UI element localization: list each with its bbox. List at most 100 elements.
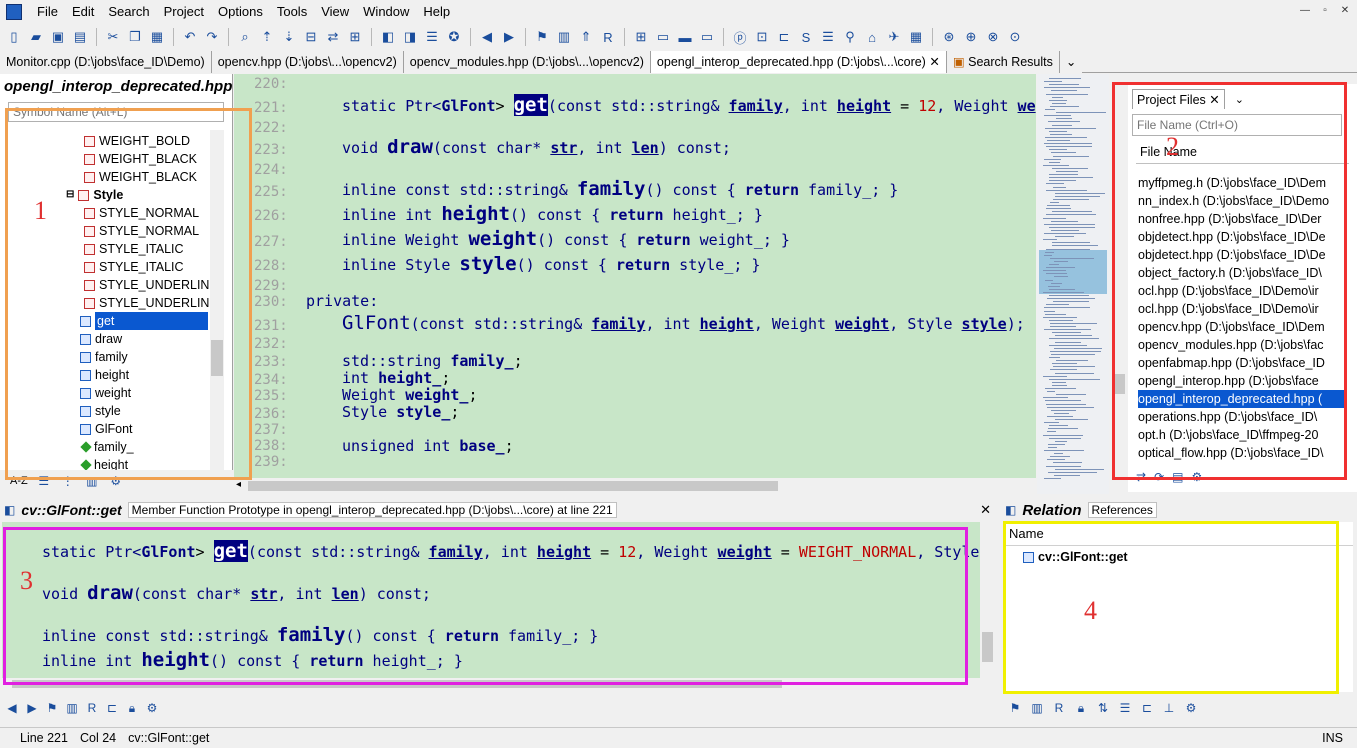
- menu-project[interactable]: Project: [157, 0, 211, 24]
- close-icon[interactable]: ✕: [1209, 93, 1219, 107]
- list-item-selected[interactable]: opengl_interop_deprecated.hpp (: [1138, 390, 1344, 408]
- tab-monitor-cpp[interactable]: Monitor.cpp (D:\jobs\face_ID\Demo): [0, 51, 212, 73]
- replace-files-icon[interactable]: ⊞: [345, 27, 365, 47]
- search-window-icon[interactable]: ⚲: [840, 27, 860, 47]
- open-folder-icon[interactable]: ▰: [26, 27, 46, 47]
- project-remove-icon[interactable]: ⊗: [983, 27, 1003, 47]
- file-name-search-input[interactable]: [1132, 114, 1342, 136]
- clip-window-icon[interactable]: ☰: [818, 27, 838, 47]
- bookmark-toggle-icon[interactable]: ✪: [444, 27, 464, 47]
- list-view-icon[interactable]: ☰: [36, 473, 52, 489]
- gear-icon[interactable]: ⚙: [108, 473, 124, 489]
- pin-icon[interactable]: ✈: [884, 27, 904, 47]
- tab-opencv-modules-hpp[interactable]: opencv_modules.hpp (D:\jobs\...\opencv2): [403, 51, 651, 73]
- nav-back-icon[interactable]: ◀: [4, 700, 20, 716]
- find-icon[interactable]: ⌕: [235, 27, 255, 47]
- sort-az-button[interactable]: A-Z: [10, 475, 28, 487]
- lock-icon[interactable]: 🔒︎: [1073, 700, 1089, 716]
- scrollbar-thumb[interactable]: [248, 481, 778, 491]
- references-tab[interactable]: References: [1087, 502, 1157, 518]
- hierarchy-view-icon[interactable]: ⊥: [1161, 700, 1177, 716]
- scrollbar-thumb[interactable]: [982, 632, 993, 662]
- tree-item[interactable]: STYLE_UNDERLIN: [84, 294, 209, 312]
- tree-item-style[interactable]: ⊟ Style: [66, 186, 123, 204]
- list-item[interactable]: opencv.hpp (D:\jobs\face_ID\Dem: [1138, 318, 1344, 336]
- list-view-icon[interactable]: ☰: [1117, 700, 1133, 716]
- project-window-icon[interactable]: ⓟ: [730, 27, 750, 47]
- tree-item[interactable]: draw: [80, 330, 122, 348]
- list-item[interactable]: opt.h (D:\jobs\face_ID\ffmpeg-20: [1138, 426, 1344, 444]
- gear-icon[interactable]: ⚙: [1191, 470, 1202, 488]
- menu-tools[interactable]: Tools: [270, 0, 314, 24]
- overview-icon[interactable]: ⌂: [862, 27, 882, 47]
- collapse-icon[interactable]: ⊟: [66, 186, 74, 204]
- copy-icon[interactable]: ❐: [125, 27, 145, 47]
- context-vertical-scrollbar[interactable]: [980, 522, 995, 684]
- context-window-icon[interactable]: S: [796, 27, 816, 47]
- tree-item[interactable]: style: [80, 402, 121, 420]
- tree-item-get-selected[interactable]: get: [80, 312, 208, 330]
- undo-icon[interactable]: ↶: [180, 27, 200, 47]
- tree-item[interactable]: STYLE_UNDERLIN: [84, 276, 209, 294]
- close-icon[interactable]: ✕: [980, 502, 991, 518]
- menu-file[interactable]: File: [30, 0, 65, 24]
- book-icon[interactable]: ▥: [84, 473, 100, 489]
- lookup-icon[interactable]: ▥: [1029, 700, 1045, 716]
- layout-2-icon[interactable]: ▭: [653, 27, 673, 47]
- project-files-tab[interactable]: Project Files ✕: [1132, 89, 1225, 109]
- list-item[interactable]: objdetect.hpp (D:\jobs\face_ID\De: [1138, 246, 1344, 264]
- scrollbar-thumb[interactable]: [12, 680, 782, 688]
- nav-forward-icon[interactable]: ▶: [24, 700, 40, 716]
- name-column-header[interactable]: Name: [1003, 522, 1353, 546]
- menu-view[interactable]: View: [314, 0, 356, 24]
- close-icon[interactable]: ✕: [1337, 4, 1353, 18]
- tab-opengl-interop-deprecated[interactable]: opengl_interop_deprecated.hpp (D:\jobs\.…: [650, 51, 947, 73]
- editor-horizontal-scrollbar[interactable]: ◂: [234, 478, 1036, 494]
- references-icon[interactable]: R: [1051, 700, 1067, 716]
- tab-close-icon[interactable]: ✕: [929, 55, 939, 69]
- tree-item[interactable]: weight: [80, 384, 131, 402]
- lookup-icon[interactable]: ▥: [64, 700, 80, 716]
- list-item[interactable]: ocl.hpp (D:\jobs\face_ID\Demo\ir: [1138, 282, 1344, 300]
- replace-icon[interactable]: ⇄: [323, 27, 343, 47]
- bookmark-next-icon[interactable]: ◨: [400, 27, 420, 47]
- tree-item[interactable]: WEIGHT_BLACK: [84, 168, 197, 186]
- bookmark-list-icon[interactable]: ☰: [422, 27, 442, 47]
- tree-item[interactable]: height: [80, 366, 129, 384]
- menu-window[interactable]: Window: [356, 0, 416, 24]
- tree-item[interactable]: STYLE_ITALIC: [84, 258, 184, 276]
- overview-minimap[interactable]: [1037, 74, 1109, 494]
- file-list-icon[interactable]: ▤: [1172, 470, 1183, 488]
- scrollbar-thumb[interactable]: [211, 340, 223, 376]
- history-icon[interactable]: ⟳: [1154, 470, 1164, 488]
- lookup-icon[interactable]: ▥: [554, 27, 574, 47]
- restore-icon[interactable]: ▫: [1317, 4, 1333, 18]
- tree-item[interactable]: STYLE_ITALIC: [84, 240, 184, 258]
- redo-icon[interactable]: ↷: [202, 27, 222, 47]
- tree-item[interactable]: family_: [80, 438, 134, 456]
- nav-forward-icon[interactable]: ▶: [499, 27, 519, 47]
- save-icon[interactable]: ▣: [48, 27, 68, 47]
- layout-1-icon[interactable]: ⊞: [631, 27, 651, 47]
- jump-definition-icon[interactable]: ⚑: [44, 700, 60, 716]
- menu-help[interactable]: Help: [416, 0, 457, 24]
- list-item[interactable]: optical_flow.hpp (D:\jobs\face_ID\: [1138, 444, 1344, 462]
- sync-icon[interactable]: ⇅: [1095, 700, 1111, 716]
- scroll-left-icon[interactable]: ◂: [236, 479, 241, 490]
- tree-item[interactable]: STYLE_NORMAL: [84, 222, 199, 240]
- tab-opencv-hpp[interactable]: opencv.hpp (D:\jobs\...\opencv2): [211, 51, 404, 73]
- find-up-icon[interactable]: ⇡: [257, 27, 277, 47]
- symbol-search-input[interactable]: [8, 102, 224, 122]
- list-item[interactable]: operations.hpp (D:\jobs\face_ID\: [1138, 408, 1344, 426]
- relation-icon[interactable]: ⊏: [104, 700, 120, 716]
- jump-definition-icon[interactable]: ⚑: [532, 27, 552, 47]
- editor-vertical-scrollbar[interactable]: [1111, 74, 1127, 494]
- menu-options[interactable]: Options: [211, 0, 270, 24]
- list-item[interactable]: myffpmeg.h (D:\jobs\face_ID\Dem: [1138, 174, 1344, 192]
- tree-item[interactable]: height: [80, 456, 128, 470]
- source-editor[interactable]: 220: 221: 222: 223: 224: 225: 226: 227: …: [234, 74, 1036, 478]
- menu-search[interactable]: Search: [101, 0, 156, 24]
- scrollbar-thumb[interactable]: [1113, 374, 1125, 394]
- tree-item[interactable]: GlFont: [80, 420, 133, 438]
- list-item[interactable]: openfabmap.hpp (D:\jobs\face_ID: [1138, 354, 1344, 372]
